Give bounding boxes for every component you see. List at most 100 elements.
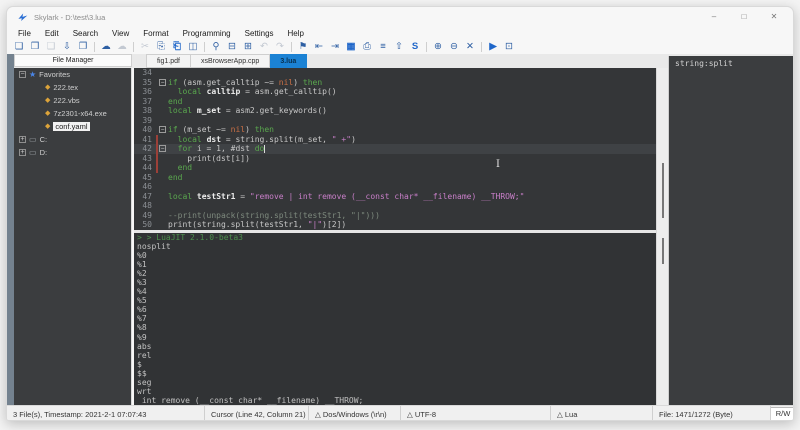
- status-language-mode[interactable]: △ Lua: [551, 406, 653, 421]
- symbol-string-split[interactable]: string:split: [675, 59, 794, 68]
- expander-icon[interactable]: +: [19, 149, 26, 156]
- expander-icon[interactable]: −: [19, 71, 26, 78]
- save-all-icon[interactable]: ❐: [75, 41, 91, 52]
- copy-icon[interactable]: ⎘: [153, 41, 169, 52]
- token-kw: if: [168, 78, 178, 87]
- menu-file[interactable]: File: [11, 29, 38, 38]
- tree-item-222-vbs[interactable]: ◆222.vbs: [14, 94, 131, 107]
- save-icon[interactable]: ⇩: [59, 41, 75, 52]
- code-line-47[interactable]: 47local testStr1 = "remove | int remove …: [134, 192, 656, 202]
- drive-icon: ▭: [29, 149, 37, 157]
- search-icon[interactable]: ⚲: [208, 41, 224, 52]
- styles-icon[interactable]: S: [407, 41, 423, 52]
- file-manager-header[interactable]: File Manager: [14, 54, 132, 67]
- close-button[interactable]: ✕: [759, 7, 789, 27]
- zoom-out-icon[interactable]: ⊟: [224, 41, 240, 52]
- paste-icon[interactable]: ⎗: [169, 41, 185, 52]
- code-line-45[interactable]: 45end: [134, 173, 656, 183]
- menu-view[interactable]: View: [105, 29, 136, 38]
- goto-prev-icon[interactable]: ⇤: [311, 41, 327, 52]
- fold-margin: −: [156, 78, 168, 88]
- expander-icon[interactable]: +: [19, 136, 26, 143]
- code-line-39[interactable]: 39: [134, 116, 656, 126]
- code-line-35[interactable]: 35−if (asm.get_calltip ~= nil) then: [134, 78, 656, 88]
- code-line-48[interactable]: 48: [134, 201, 656, 211]
- status-encoding[interactable]: △ UTF-8: [401, 406, 551, 421]
- line-number: 37: [134, 97, 156, 107]
- wrap-lines-icon[interactable]: ≡: [375, 41, 391, 52]
- vertical-scrollbar[interactable]: [656, 68, 668, 405]
- remove-circle-icon[interactable]: ⊖: [446, 41, 462, 52]
- run-script-icon[interactable]: ▶: [485, 41, 501, 52]
- token-pl: ): [351, 135, 356, 144]
- tree-item-222-tex[interactable]: ◆222.tex: [14, 81, 131, 94]
- code-line-50[interactable]: 50print(string.split(testStr1, "|")[2]): [134, 220, 656, 230]
- menu-programming[interactable]: Programming: [176, 29, 238, 38]
- console-line-13: rel: [137, 351, 656, 360]
- code-line-43[interactable]: 43 print(dst[i]): [134, 154, 656, 164]
- title-bar[interactable]: Skylark - D:\test\3.lua –□✕: [7, 7, 794, 27]
- status-readwrite-mode-box[interactable]: R/W: [771, 407, 794, 421]
- app-window: Skylark - D:\test\3.lua –□✕ FileEditSear…: [6, 6, 794, 421]
- maximize-button[interactable]: □: [729, 7, 759, 27]
- output-console[interactable]: > > LuaJIT 2.1.0-beta3nosplit%0%1%2%3%4%…: [134, 233, 656, 406]
- tab-fig1-pdf[interactable]: fig1.pdf: [146, 54, 191, 68]
- menu-edit[interactable]: Edit: [38, 29, 66, 38]
- tab-xsbrowserapp-cpp[interactable]: xsBrowserApp.cpp: [191, 54, 270, 68]
- status-line-endings[interactable]: △ Dos/Windows (\r\n): [309, 406, 401, 421]
- tree-item-favorites[interactable]: −★Favorites: [14, 68, 131, 81]
- code-line-49[interactable]: 49--print(unpack(string.split(testStr1, …: [134, 211, 656, 221]
- menu-search[interactable]: Search: [66, 29, 105, 38]
- lock-icon[interactable]: ◫: [185, 41, 201, 52]
- export-icon[interactable]: ⇧: [391, 41, 407, 52]
- token-kw: local: [178, 87, 202, 96]
- code-line-41[interactable]: 41 local dst = string.split(m_set, " +"): [134, 135, 656, 145]
- file-manager-tree: −★Favorites◆222.tex◆222.vbs◆7z2301-x64.e…: [14, 68, 132, 405]
- status-cursor-position[interactable]: Cursor (Line 42, Column 21): [205, 406, 309, 421]
- status-readwrite-mode[interactable]: R/W: [771, 406, 794, 421]
- line-number: 36: [134, 87, 156, 97]
- add-circle-icon[interactable]: ⊕: [430, 41, 446, 52]
- status-file-size[interactable]: File: 1471/1272 (Byte): [653, 406, 771, 421]
- minimize-button[interactable]: –: [699, 7, 729, 27]
- token-pl: ): [293, 78, 303, 87]
- code-line-36[interactable]: 36 local calltip = asm.get_calltip(): [134, 87, 656, 97]
- zoom-in-icon[interactable]: ⊞: [240, 41, 256, 52]
- tree-item-7z2301-x64-exe[interactable]: ◆7z2301-x64.exe: [14, 107, 131, 120]
- line-number: 40: [134, 125, 156, 135]
- cloud-upload-icon[interactable]: ☁: [98, 41, 114, 52]
- tree-item-conf-yaml[interactable]: ◆conf.yaml: [14, 120, 131, 133]
- code-line-37[interactable]: 37end: [134, 97, 656, 107]
- terminal-icon[interactable]: ⊡: [501, 41, 517, 52]
- code-line-42[interactable]: 42− for i = 1, #dst do: [134, 144, 656, 154]
- menu-settings[interactable]: Settings: [238, 29, 281, 38]
- new-file-icon[interactable]: ❏: [11, 41, 27, 52]
- code-line-40[interactable]: 40−if (m_set ~= nil) then: [134, 125, 656, 135]
- close-doc-icon[interactable]: ✕: [462, 41, 478, 52]
- code-line-44[interactable]: 44 end: [134, 163, 656, 173]
- app-logo-icon: [17, 12, 28, 23]
- print-icon[interactable]: ⎙: [359, 41, 375, 52]
- bookmark-icon[interactable]: ⚑: [295, 41, 311, 52]
- fold-collapse-icon[interactable]: −: [159, 126, 166, 133]
- open-folder-icon[interactable]: ❒: [27, 41, 43, 52]
- code-line-38[interactable]: 38local m_set = asm2.get_keywords(): [134, 106, 656, 116]
- symbol-list-panel[interactable]: string:split: [668, 56, 794, 405]
- editor-scroll-thumb[interactable]: [662, 163, 664, 218]
- menu-help[interactable]: Help: [281, 29, 311, 38]
- menu-format[interactable]: Format: [136, 29, 175, 38]
- code-line-46[interactable]: 46: [134, 182, 656, 192]
- tree-item-c[interactable]: +▭C:: [14, 133, 131, 146]
- fold-collapse-icon[interactable]: −: [159, 79, 166, 86]
- goto-next-icon[interactable]: ⇥: [327, 41, 343, 52]
- tree-item-label: C:: [40, 135, 48, 144]
- code-line-34[interactable]: 34: [134, 68, 656, 78]
- grid-view-icon[interactable]: ▦: [343, 41, 359, 52]
- status-file-info[interactable]: 3 File(s), Timestamp: 2021-2-1 07:07:43: [7, 406, 205, 421]
- console-scroll-thumb[interactable]: [662, 238, 664, 264]
- code-editor[interactable]: 3435−if (asm.get_calltip ~= nil) then36 …: [134, 68, 656, 230]
- fold-collapse-icon[interactable]: −: [159, 145, 166, 152]
- modified-marker: [156, 135, 168, 145]
- tree-item-d[interactable]: +▭D:: [14, 146, 131, 159]
- tab-3-lua[interactable]: 3.lua: [270, 54, 307, 68]
